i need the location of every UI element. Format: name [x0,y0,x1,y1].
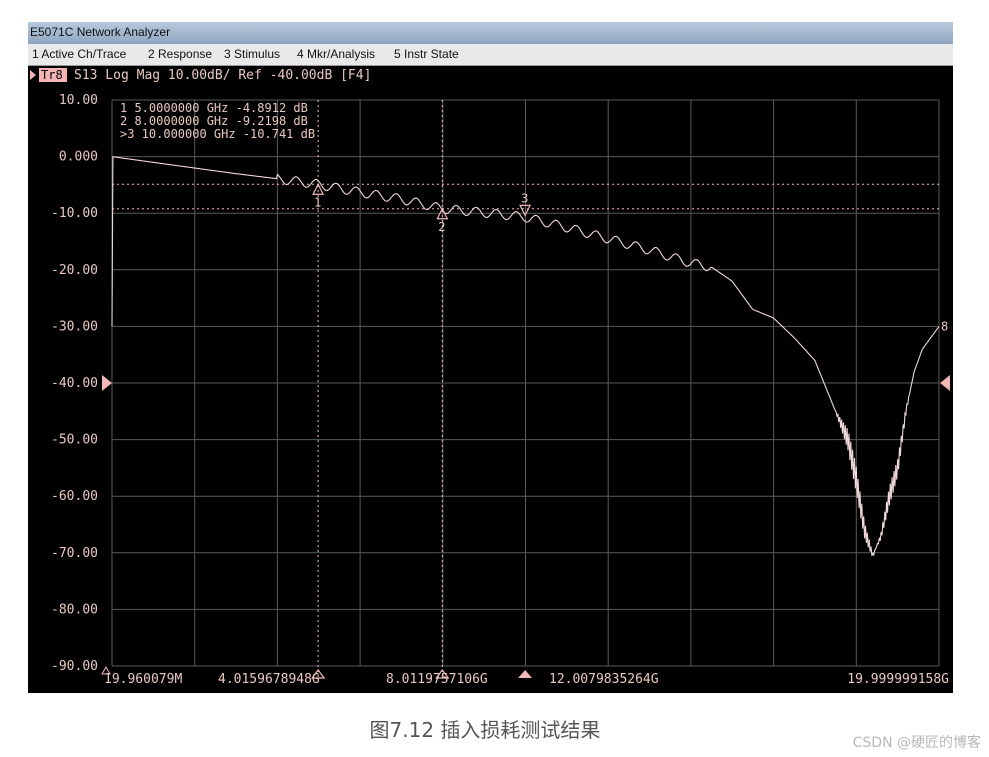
marker-label: 2 [438,220,445,234]
x-tick-label: 19.960079M [104,672,182,687]
y-tick-label: -20.00 [51,263,98,278]
trace-header: S13 Log Mag 10.00dB/ Ref -40.00dB [F4] [74,68,371,83]
s-parameter-chart: 10.00 0.000 -10.00 -20.00 -30.00 -40.00 -50.00… [30,68,950,687]
title-bar: E5071C Network Analyzer [28,22,953,44]
x-tick-label: 19.999999158G [847,672,949,687]
active-stimulus-marker [518,670,533,678]
menu-instr-state[interactable]: 5 Instr State [394,47,459,61]
menu-mkr-analysis[interactable]: 4 Mkr/Analysis [297,47,375,61]
x-tick-label: 8.0119757106G [386,672,488,687]
reference-level-arrow-left [102,375,112,391]
analyzer-window: E5071C Network Analyzer 1 Active Ch/Trac… [28,22,953,693]
y-tick-label: -50.00 [51,433,98,448]
menu-bar: 1 Active Ch/Trace 2 Response 3 Stimulus … [28,44,953,66]
y-tick-label: -70.00 [51,546,98,561]
reference-level-arrow-right [940,375,950,391]
y-tick-label: -30.00 [51,319,98,334]
y-tick-label: 10.00 [59,93,98,108]
marker-label: 1 [314,195,321,209]
trace-end-label: 8 [941,319,948,333]
y-tick-label: -10.00 [51,206,98,221]
y-tick-label: -40.00 [51,376,98,391]
menu-response[interactable]: 2 Response [148,47,212,61]
x-tick-label: 4.0159678948G [218,672,320,687]
y-tick-label: -90.00 [51,659,98,674]
figure-caption: 图7.12 插入损耗测试结果 [369,718,601,742]
active-trace-indicator [30,70,36,80]
y-tick-label: -60.00 [51,489,98,504]
window-title: E5071C Network Analyzer [30,25,171,39]
marker-readout: >3 10.000000 GHz -10.741 dB [120,127,315,141]
x-tick-label: 12.0079835264G [549,672,659,687]
marker-label: 3 [521,191,528,205]
marker-readout: 1 5.0000000 GHz -4.8912 dB [120,101,308,115]
marker-readout: 2 8.0000000 GHz -9.2198 dB [120,114,308,128]
menu-stimulus[interactable]: 3 Stimulus [224,47,280,61]
watermark: CSDN @硬匠的博客 [852,735,981,751]
menu-active-ch-trace[interactable]: 1 Active Ch/Trace [32,47,126,61]
y-tick-label: 0.000 [59,150,98,165]
trace-badge: Tr8 [41,68,63,82]
y-tick-label: -80.00 [51,602,98,617]
